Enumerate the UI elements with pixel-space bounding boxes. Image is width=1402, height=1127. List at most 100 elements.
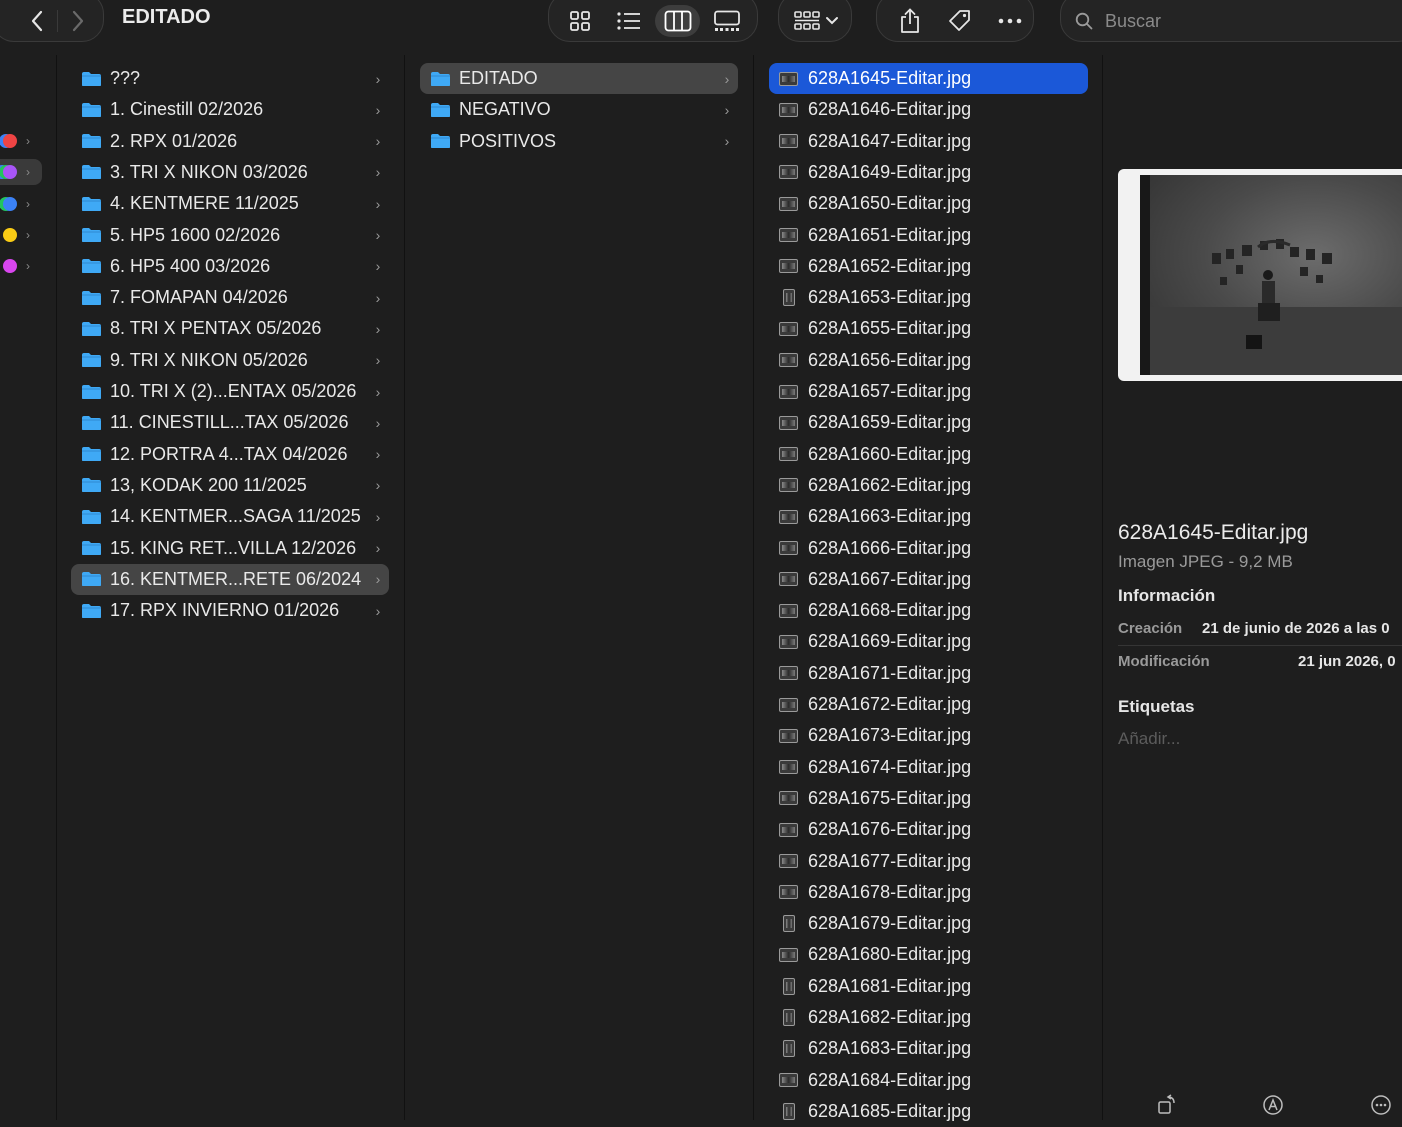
folder-name: 1. Cinestill 02/2026 <box>110 99 264 120</box>
file-row[interactable]: 628A1672-Editar.jpg <box>769 689 1088 720</box>
tag-item[interactable]: › <box>0 253 42 279</box>
folder-icon <box>82 102 101 117</box>
file-row[interactable]: 628A1656-Editar.jpg <box>769 345 1088 376</box>
file-row[interactable]: 628A1671-Editar.jpg <box>769 658 1088 689</box>
folder-row[interactable]: 7. FOMAPAN 04/2026 › <box>71 282 389 313</box>
rotate-button[interactable] <box>1155 1093 1179 1117</box>
add-tag-field[interactable]: Añadir... <box>1118 729 1180 749</box>
markup-button[interactable] <box>1261 1093 1285 1117</box>
folder-row[interactable]: 1. Cinestill 02/2026 › <box>71 94 389 125</box>
folder-row[interactable]: 3. TRI X NIKON 03/2026 › <box>71 157 389 188</box>
file-row[interactable]: 628A1673-Editar.jpg <box>769 720 1088 751</box>
file-row[interactable]: 628A1660-Editar.jpg <box>769 439 1088 470</box>
folder-row[interactable]: 16. KENTMER...RETE 06/2024 › <box>71 563 389 595</box>
file-row[interactable]: 628A1677-Editar.jpg <box>769 846 1088 877</box>
tag-button[interactable] <box>937 5 983 37</box>
image-thumbnail-icon <box>779 478 798 493</box>
file-row[interactable]: 628A1676-Editar.jpg <box>769 814 1088 845</box>
folder-icon <box>82 321 101 336</box>
tag-item[interactable]: › <box>0 159 42 186</box>
more-actions-button[interactable] <box>1369 1093 1393 1117</box>
created-value: 21 de junio de 2026 a las 0 <box>1202 620 1390 637</box>
forward-button[interactable] <box>58 4 98 38</box>
file-row[interactable]: 628A1667-Editar.jpg <box>769 564 1088 595</box>
file-name: 628A1681-Editar.jpg <box>808 975 972 996</box>
file-row[interactable]: 628A1675-Editar.jpg <box>769 783 1088 814</box>
file-row[interactable]: 628A1649-Editar.jpg <box>769 157 1088 188</box>
folder-row[interactable]: 9. TRI X NIKON 05/2026 › <box>71 345 389 376</box>
search-input[interactable] <box>1103 9 1387 33</box>
chevron-right-icon: › <box>375 289 381 306</box>
group-by-button[interactable] <box>778 0 852 42</box>
list-view-button[interactable] <box>606 5 651 37</box>
file-row[interactable]: 628A1684-Editar.jpg <box>769 1065 1088 1096</box>
folder-row[interactable]: 14. KENTMER...SAGA 11/2025 › <box>71 501 389 532</box>
preview-pane: 628A1645-Editar.jpg Imagen JPEG - 9,2 MB… <box>1103 55 1402 1120</box>
folder-row[interactable]: 8. TRI X PENTAX 05/2026 › <box>71 313 389 344</box>
folder-row[interactable]: 17. RPX INVIERNO 01/2026 › <box>71 595 389 626</box>
tag-color-dots <box>0 196 24 211</box>
file-row[interactable]: 628A1650-Editar.jpg <box>769 188 1088 219</box>
folder-row[interactable]: 10. TRI X (2)...ENTAX 05/2026 › <box>71 376 389 407</box>
file-row[interactable]: 628A1680-Editar.jpg <box>769 939 1088 970</box>
back-button[interactable] <box>17 4 57 38</box>
file-row[interactable]: 628A1683-Editar.jpg <box>769 1033 1088 1064</box>
file-row[interactable]: 628A1657-Editar.jpg <box>769 376 1088 407</box>
share-button[interactable] <box>887 5 933 37</box>
file-row[interactable]: 628A1666-Editar.jpg <box>769 533 1088 564</box>
more-button[interactable] <box>987 5 1033 37</box>
file-row[interactable]: 628A1659-Editar.jpg <box>769 407 1088 438</box>
gallery-view-button[interactable] <box>704 5 749 37</box>
search-field[interactable] <box>1060 0 1402 42</box>
tag-item[interactable]: › <box>0 191 42 217</box>
folder-row[interactable]: EDITADO › <box>420 63 738 94</box>
folder-name: ??? <box>110 68 141 88</box>
icon-view-button[interactable] <box>557 5 602 37</box>
folder-row[interactable]: 13, KODAK 200 11/2025 › <box>71 470 389 501</box>
file-row[interactable]: 628A1674-Editar.jpg <box>769 752 1088 783</box>
file-row[interactable]: 628A1663-Editar.jpg <box>769 501 1088 532</box>
file-row[interactable]: 628A1679-Editar.jpg <box>769 908 1088 939</box>
folder-name: 12. PORTRA 4...TAX 04/2026 <box>110 443 348 464</box>
chevron-right-icon <box>72 10 84 32</box>
image-thumbnail-icon <box>779 760 798 775</box>
chevron-left-icon <box>31 10 43 32</box>
file-row[interactable]: 628A1678-Editar.jpg <box>769 877 1088 908</box>
file-row[interactable]: 628A1682-Editar.jpg <box>769 1002 1088 1033</box>
folder-name: 5. HP5 1600 02/2026 <box>110 224 281 245</box>
folder-name: 8. TRI X PENTAX 05/2026 <box>110 318 322 339</box>
file-row[interactable]: 628A1651-Editar.jpg <box>769 220 1088 251</box>
file-row[interactable]: 628A1668-Editar.jpg <box>769 595 1088 626</box>
file-row[interactable]: 628A1652-Editar.jpg <box>769 251 1088 282</box>
folder-row[interactable]: 2. RPX 01/2026 › <box>71 126 389 157</box>
file-row[interactable]: 628A1645-Editar.jpg <box>769 63 1088 94</box>
folder-icon <box>82 541 101 555</box>
file-row[interactable]: 628A1655-Editar.jpg <box>769 313 1088 344</box>
image-thumbnail-icon <box>779 947 798 962</box>
file-row[interactable]: 628A1685-Editar.jpg <box>769 1096 1088 1127</box>
folder-row[interactable]: 6. HP5 400 03/2026 › <box>71 251 389 282</box>
file-row[interactable]: 628A1669-Editar.jpg <box>769 626 1088 657</box>
folder-name: 16. KENTMER...RETE 06/2024 <box>110 568 362 589</box>
folder-row[interactable]: 4. KENTMERE 11/2025 › <box>71 188 389 219</box>
folder-row[interactable]: 11. CINESTILL...TAX 05/2026 › <box>71 407 389 438</box>
tag-color-dots <box>0 259 24 274</box>
preview-image <box>1118 169 1402 381</box>
folder-row[interactable]: NEGATIVO › <box>420 94 738 125</box>
file-row[interactable]: 628A1653-Editar.jpg <box>769 282 1088 313</box>
chevron-right-icon: › <box>26 227 30 242</box>
chevron-right-icon: › <box>375 446 381 463</box>
tag-item[interactable]: › <box>0 222 42 248</box>
folder-row[interactable]: ??? › <box>71 63 389 94</box>
folder-row[interactable]: POSITIVOS › <box>420 126 738 157</box>
file-row[interactable]: 628A1647-Editar.jpg <box>769 126 1088 157</box>
column-view-button[interactable] <box>655 5 700 37</box>
folder-row[interactable]: 12. PORTRA 4...TAX 04/2026 › <box>71 439 389 470</box>
folder-row[interactable]: 5. HP5 1600 02/2026 › <box>71 220 389 251</box>
file-row[interactable]: 628A1681-Editar.jpg <box>769 971 1088 1002</box>
image-thumbnail-icon <box>779 791 798 806</box>
folder-row[interactable]: 15. KING RET...VILLA 12/2026 › <box>71 533 389 564</box>
tag-item[interactable]: › <box>0 128 42 154</box>
file-row[interactable]: 628A1662-Editar.jpg <box>769 470 1088 501</box>
file-row[interactable]: 628A1646-Editar.jpg <box>769 94 1088 125</box>
